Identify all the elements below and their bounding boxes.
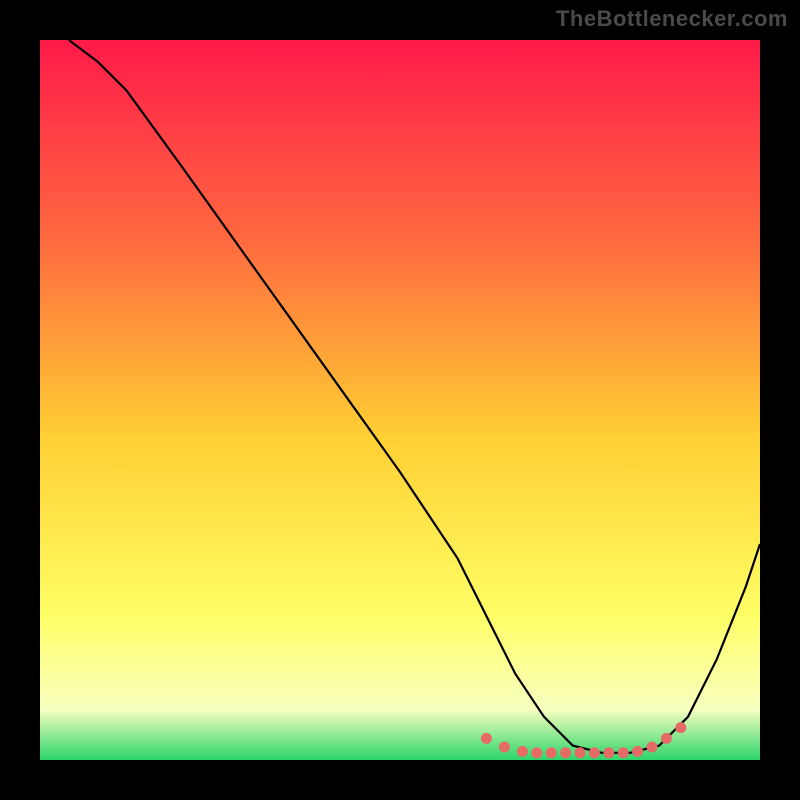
- marker-dot: [575, 747, 586, 758]
- marker-dot: [560, 747, 571, 758]
- chart-frame: TheBottlenecker.com: [0, 0, 800, 800]
- marker-dot: [632, 746, 643, 757]
- marker-dot: [531, 747, 542, 758]
- marker-dot: [517, 746, 528, 757]
- gradient-background: [40, 40, 760, 760]
- marker-dot: [546, 747, 557, 758]
- marker-dot: [647, 742, 658, 753]
- marker-dot: [618, 747, 629, 758]
- marker-dot: [675, 722, 686, 733]
- watermark-text: TheBottlenecker.com: [556, 6, 788, 32]
- marker-dot: [589, 747, 600, 758]
- marker-dot: [499, 742, 510, 753]
- marker-dot: [661, 733, 672, 744]
- chart-plot-area: [40, 40, 760, 760]
- marker-dot: [603, 747, 614, 758]
- marker-dot: [481, 733, 492, 744]
- chart-svg: [40, 40, 760, 760]
